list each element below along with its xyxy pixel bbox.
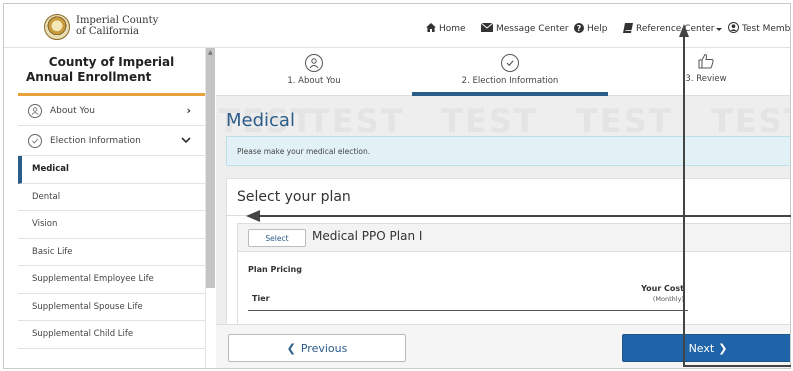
chevron-right-icon: ❯: [718, 341, 728, 355]
org-name-line2: of California: [76, 26, 140, 37]
sidebar-item-supplemental-spouse-life[interactable]: Supplemental Spouse Life: [18, 294, 205, 321]
info-alert: Please make your medical election.: [226, 136, 790, 166]
question-circle-icon: ?: [574, 22, 584, 36]
watermark-text: TEST: [308, 102, 405, 140]
sidebar-item-label: Vision: [32, 219, 58, 230]
sidebar-item-label: Supplemental Child Life: [32, 329, 134, 340]
sidebar-item-label: Dental: [32, 191, 61, 202]
sidebar-item-dental[interactable]: Dental: [18, 184, 205, 211]
chevron-right-icon: ›: [186, 104, 191, 117]
sidebar-section-label: Election Information: [50, 135, 141, 146]
nav-user-menu[interactable]: Test Member: [728, 22, 791, 36]
watermark-text: TEST: [711, 102, 790, 140]
sidebar-title: County of Imperial Annual Enrollment: [18, 48, 205, 96]
home-icon: [426, 23, 436, 35]
your-cost-header: Your Cost: [641, 284, 684, 293]
tier-header: Tier: [252, 294, 270, 303]
org-name-line1: Imperial County: [76, 15, 159, 26]
select-plan-heading: Select your plan: [237, 189, 351, 205]
progress-steps: 1. About You 2. Election Information 3. …: [216, 48, 790, 96]
sidebar-section-about-you[interactable]: About You ›: [18, 96, 205, 126]
main-content: 1. About You 2. Election Information 3. …: [216, 48, 790, 368]
check-circle-icon: [501, 54, 519, 72]
next-button[interactable]: Next ❯: [622, 334, 790, 362]
sidebar-section-election-information[interactable]: Election Information: [18, 126, 205, 156]
info-alert-text: Please make your medical election.: [237, 147, 371, 156]
step-label: 1. About You: [287, 76, 341, 86]
cost-period-label: (Monthly): [652, 295, 684, 303]
navigation-footer: ❮ Previous Next ❯: [216, 324, 790, 368]
nav-help-link[interactable]: ? Help: [574, 22, 608, 36]
nav-reference-center-dropdown[interactable]: Reference Center: [623, 22, 723, 36]
user-circle-icon: [728, 22, 739, 36]
watermark-text: TEST: [576, 102, 673, 140]
nav-help-label: Help: [587, 24, 608, 34]
watermark-text: TEST: [441, 102, 538, 140]
book-icon: [623, 22, 633, 36]
next-button-label: Next: [688, 341, 715, 355]
step-label: 2. Election Information: [461, 76, 559, 86]
sidebar-item-basic-life[interactable]: Basic Life: [18, 239, 205, 266]
thumbs-up-icon: [608, 52, 790, 72]
scroll-up-arrow-icon[interactable]: ▲: [208, 49, 213, 56]
step-review[interactable]: 3. Review: [608, 48, 790, 96]
previous-button-label: Previous: [300, 341, 348, 355]
nav-message-center-link[interactable]: Message Center: [480, 22, 569, 36]
sidebar-scrollbar[interactable]: [206, 48, 215, 288]
step-election-information[interactable]: 2. Election Information: [412, 48, 608, 96]
sidebar-item-medical[interactable]: Medical: [18, 156, 205, 184]
nav-home-label: Home: [439, 24, 466, 34]
sidebar-item-label: Basic Life: [32, 246, 73, 257]
divider: [227, 215, 790, 216]
select-plan-button[interactable]: Select: [248, 229, 306, 247]
sidebar-item-label: Medical: [32, 164, 69, 175]
svg-text:?: ?: [577, 24, 582, 33]
plan-pricing-label: Plan Pricing: [248, 265, 302, 274]
nav-user-label: Test Member: [742, 24, 791, 34]
chevron-left-icon: ❮: [286, 341, 296, 355]
previous-button[interactable]: ❮ Previous: [228, 334, 406, 362]
sidebar-title-line2: Annual Enrollment: [26, 70, 152, 84]
org-name[interactable]: Imperial County of California: [76, 15, 158, 37]
sidebar-item-label: Supplemental Spouse Life: [32, 301, 143, 312]
app-window: Imperial County of California Home Messa…: [3, 3, 791, 369]
table-header-divider: [248, 310, 688, 311]
person-circle-icon: [305, 54, 323, 72]
top-header: Imperial County of California Home Messa…: [4, 4, 791, 48]
chevron-down-icon: [181, 134, 191, 147]
check-circle-icon: [28, 133, 42, 148]
sidebar-item-supplemental-employee-life[interactable]: Supplemental Employee Life: [18, 266, 205, 294]
step-label: 3. Review: [685, 74, 727, 84]
sidebar-item-vision[interactable]: Vision: [18, 211, 205, 239]
nav-reference-center-label: Reference Center: [636, 24, 715, 34]
sidebar-title-line1: County of Imperial: [48, 55, 175, 69]
plan-card-header: Select Medical PPO Plan I: [238, 224, 790, 252]
person-circle-icon: [28, 103, 42, 118]
nav-home-link[interactable]: Home: [426, 22, 466, 36]
plan-name: Medical PPO Plan I: [312, 229, 423, 243]
sidebar-item-label: Supplemental Employee Life: [32, 274, 154, 285]
chevron-down-icon: [716, 27, 723, 31]
step-about-you[interactable]: 1. About You: [216, 48, 412, 96]
sidebar-section-label: About You: [50, 105, 95, 116]
county-seal-logo[interactable]: [44, 14, 70, 40]
nav-message-center-label: Message Center: [496, 24, 569, 34]
sidebar-item-supplemental-child-life[interactable]: Supplemental Child Life: [18, 321, 205, 349]
sidebar: County of Imperial Annual Enrollment Abo…: [18, 48, 206, 368]
envelope-icon: [480, 22, 494, 35]
page-title: Medical: [226, 110, 295, 131]
